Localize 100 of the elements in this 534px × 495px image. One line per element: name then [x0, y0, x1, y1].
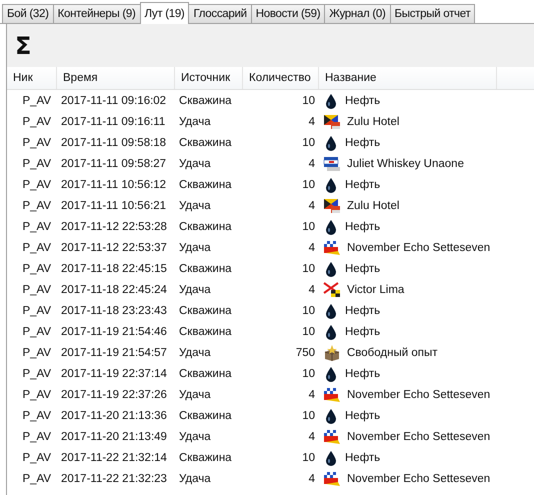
table-cell-text: 2017-11-12 22:53:28 [60, 220, 168, 234]
table-cell: Нефть [345, 410, 380, 422]
table-cell-text: 2017-11-11 10:56:21 [60, 198, 168, 214]
table-cell-text: Скважина [178, 366, 233, 382]
table-cell-text: P_AV [21, 450, 52, 466]
tab[interactable]: Глоссарий [188, 4, 252, 23]
oil-drop-icon [323, 408, 339, 424]
table-cell-text: Скважина [178, 136, 233, 150]
oil-drop-icon [323, 450, 339, 466]
table-cell-text: Скважина [178, 220, 233, 234]
table-cell-text: P_AV [21, 136, 52, 150]
column-header[interactable]: Ник [7, 67, 57, 89]
table-cell-text: 10 [301, 136, 316, 150]
tab[interactable]: Лут (19) [140, 2, 190, 24]
column-header[interactable]: Источник [175, 67, 243, 89]
flag-icon [323, 114, 341, 130]
table-cell-text: 2017-11-18 22:45:24 [60, 282, 168, 298]
table-cell-text: P_AV [21, 346, 52, 360]
table-cell-text: 10 [301, 450, 316, 466]
table-cell: Juliet Whiskey Unaone [347, 158, 464, 170]
table-cell: Нефть [345, 262, 380, 274]
column-header[interactable]: Количество [243, 67, 319, 89]
table-cell-text: 2017-11-11 09:58:27 [60, 156, 168, 172]
flag-icon [323, 198, 341, 214]
oil-drop-icon [323, 176, 339, 192]
table-cell-text: P_AV [21, 324, 52, 340]
table-cell-text: P_AV [21, 94, 52, 108]
table-cell-text: Удача [178, 198, 212, 214]
table-cell-text: 2017-11-19 21:54:46 [60, 324, 168, 340]
flag-icon [323, 428, 341, 444]
table-cell-text: 750 [294, 346, 316, 360]
flag-icon [323, 282, 341, 298]
table-cell-text: P_AV [21, 220, 52, 234]
table-cell-text: Удача [178, 472, 212, 486]
sum-button[interactable]: Σ [13, 32, 34, 60]
column-header[interactable]: Время [57, 67, 175, 89]
tab[interactable]: Бой (32) [2, 4, 54, 23]
table-cell-text: P_AV [21, 304, 52, 318]
column-header[interactable]: Название [319, 67, 497, 89]
table-cell-text: Удача [178, 240, 212, 256]
table-cell-text: Удача [178, 114, 212, 130]
table-cell-text: 2017-11-11 10:56:12 [60, 178, 168, 192]
table-cell-text: Удача [178, 430, 212, 444]
table-cell-text: 4 [308, 114, 316, 130]
table-cell-text: 2017-11-22 21:32:14 [60, 450, 168, 466]
table-cell: Нефть [345, 94, 380, 106]
tab[interactable]: Журнал (0) [324, 4, 391, 23]
table-cell: Нефть [345, 452, 380, 464]
oil-drop-icon [323, 134, 339, 150]
table-cell-text: 4 [308, 430, 316, 444]
table-cell-text: 10 [301, 366, 316, 382]
table-cell-text: Удача [178, 156, 212, 172]
table-cell-text: 10 [301, 408, 316, 424]
table-cell-text: Удача [178, 388, 212, 402]
table-cell: Нефть [345, 368, 380, 380]
table-cell-text: Скважина [178, 324, 233, 340]
table-cell-text: Скважина [178, 408, 233, 424]
table-cell-text: 2017-11-11 09:58:18 [60, 136, 168, 150]
table-cell: Zulu Hotel [347, 200, 400, 212]
oil-drop-icon [323, 366, 339, 382]
table-cell: Нефть [345, 136, 380, 148]
table-cell-text: Скважина [178, 178, 233, 192]
tab[interactable]: Новости (59) [250, 4, 326, 23]
table-cell-text: P_AV [21, 240, 52, 256]
table-cell-text: 10 [301, 324, 316, 340]
oil-drop-icon [323, 218, 339, 234]
table-cell-text: 4 [308, 240, 316, 256]
table-cell: Нефть [345, 178, 380, 190]
table-cell-text: 10 [301, 220, 316, 234]
table-cell: November Echo Setteseven [347, 430, 490, 442]
table-cell-text: Скважина [178, 262, 233, 276]
table-cell-text: 4 [308, 388, 316, 402]
table-cell-text: P_AV [21, 282, 52, 298]
table-cell-text: P_AV [21, 156, 52, 172]
table-cell-text: 10 [301, 304, 316, 318]
table-cell-text: 2017-11-18 22:45:15 [60, 262, 168, 276]
table-cell-text: 2017-11-19 21:54:57 [60, 346, 168, 360]
table-cell-text: 4 [308, 472, 316, 486]
flag-icon [323, 240, 341, 256]
table-cell-text: 2017-11-11 09:16:11 [60, 114, 166, 130]
table-cell-text: 4 [308, 198, 316, 214]
table-cell-text: Скважина [178, 304, 233, 318]
tab[interactable]: Быстрый отчет [390, 4, 476, 23]
table-cell-text: P_AV [21, 114, 52, 130]
table-cell: Zulu Hotel [347, 116, 400, 128]
table-cell-text: 10 [301, 94, 316, 108]
table-cell-text: P_AV [21, 366, 52, 382]
table-cell: Нефть [345, 326, 380, 338]
table-cell-text: 2017-11-11 09:16:02 [60, 94, 168, 108]
table-cell: Нефть [345, 304, 380, 316]
table-cell-text: 10 [301, 262, 316, 276]
tab[interactable]: Контейнеры (9) [52, 4, 140, 23]
table-cell-text: 2017-11-20 21:13:36 [60, 408, 168, 424]
table-cell-text: 4 [308, 156, 316, 172]
table-cell-text: 2017-11-19 22:37:14 [60, 366, 168, 382]
table-cell-text: 2017-11-18 23:23:43 [60, 304, 168, 318]
table-cell: November Echo Setteseven [347, 472, 490, 484]
flag-icon [323, 386, 341, 402]
table-cell-text: Удача [178, 346, 212, 360]
table-cell: November Echo Setteseven [347, 242, 490, 254]
